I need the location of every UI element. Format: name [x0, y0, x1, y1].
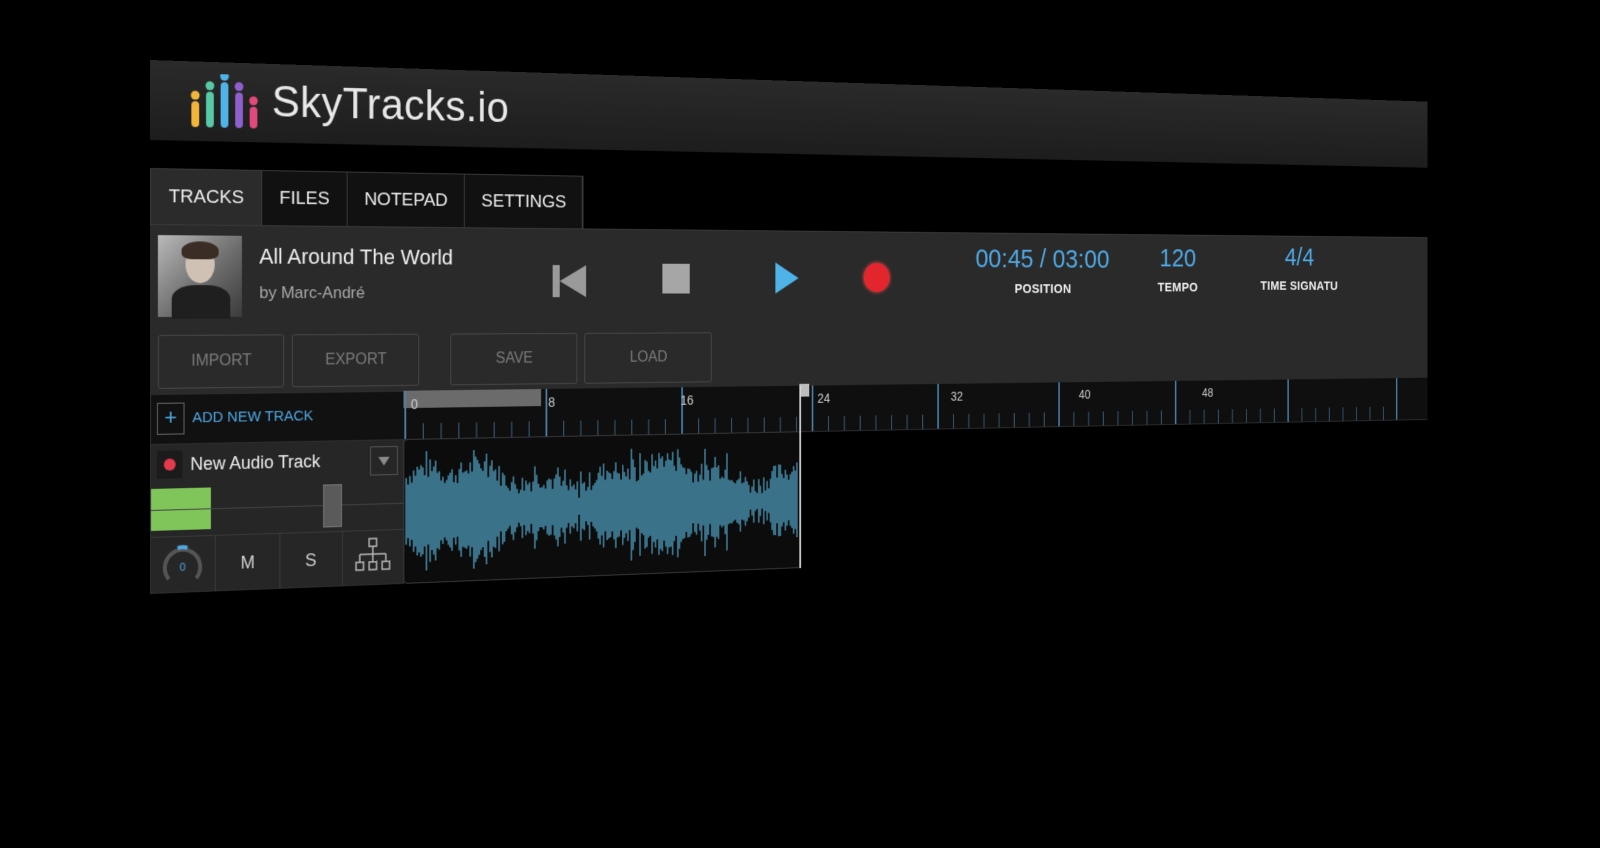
ruler-mark-0: 0: [410, 396, 419, 412]
load-button[interactable]: LOAD: [584, 332, 712, 384]
mute-button[interactable]: M: [216, 533, 280, 592]
time-signature-label: TIME SIGNATU: [1260, 278, 1339, 294]
app-window: SkyTracks.io TRACKS FILES NOTEPAD SETTIN…: [150, 60, 1428, 620]
track-menu-dropdown[interactable]: [370, 445, 398, 476]
export-button[interactable]: EXPORT: [291, 333, 420, 388]
routing-button[interactable]: [343, 530, 404, 586]
add-track-button[interactable]: +: [156, 402, 185, 435]
pan-knob[interactable]: 0: [150, 535, 217, 594]
skip-back-button[interactable]: [552, 265, 588, 298]
volume-fader[interactable]: [323, 484, 342, 528]
track-controls-row: 0 M S: [150, 528, 404, 594]
play-button[interactable]: [775, 262, 799, 294]
waveform: [404, 432, 800, 583]
tab-tracks[interactable]: TRACKS: [150, 169, 263, 227]
brand-name: SkyTracks.io: [271, 77, 510, 132]
position-value: 00:45 / 03:00: [975, 244, 1110, 274]
song-title: All Around The World: [259, 243, 454, 270]
transport-panel: All Around The World by Marc-André 00:45…: [150, 224, 1428, 395]
song-artist: by Marc-André: [259, 283, 365, 302]
ruler-mark-40: 40: [1078, 387, 1091, 402]
pan-knob-icon: 0: [159, 540, 206, 589]
position-display: 00:45 / 03:00 POSITION: [973, 244, 1111, 296]
audio-clip[interactable]: [403, 431, 802, 584]
routing-icon: [354, 536, 391, 580]
tempo-value: 120: [1159, 243, 1197, 273]
stop-button[interactable]: [662, 263, 690, 294]
ruler-mark-24: 24: [817, 390, 831, 406]
logo-icon: [190, 73, 258, 129]
solo-button[interactable]: S: [279, 531, 343, 589]
ruler-mark-8: 8: [548, 394, 556, 410]
ruler-mark-16: 16: [680, 392, 694, 408]
add-track-bar: + ADD NEW TRACK: [150, 390, 405, 446]
track-record-arm-button[interactable]: [156, 450, 183, 479]
audio-track-controls: New Audio Track 0 M S: [150, 439, 405, 594]
skip-back-icon: [552, 265, 560, 298]
tab-bar: TRACKS FILES NOTEPAD SETTINGS: [150, 168, 584, 231]
tab-files[interactable]: FILES: [262, 170, 348, 228]
import-button[interactable]: IMPORT: [157, 334, 285, 389]
save-button[interactable]: SAVE: [450, 332, 578, 386]
record-button[interactable]: [863, 262, 890, 292]
position-label: POSITION: [1014, 281, 1072, 297]
album-cover: [157, 235, 242, 319]
time-signature-display[interactable]: 4/4 TIME SIGNATU: [1246, 243, 1352, 293]
track-name[interactable]: New Audio Track: [190, 451, 320, 475]
pan-value: 0: [180, 562, 186, 574]
tempo-display[interactable]: 120 TEMPO: [1148, 244, 1207, 295]
ruler-mark-32: 32: [950, 388, 963, 404]
tab-settings[interactable]: SETTINGS: [465, 174, 583, 230]
time-signature-value: 4/4: [1284, 243, 1315, 272]
app-header: SkyTracks.io: [150, 60, 1428, 168]
add-track-label[interactable]: ADD NEW TRACK: [192, 408, 313, 427]
tab-notepad[interactable]: NOTEPAD: [347, 172, 466, 229]
tempo-label: TEMPO: [1157, 280, 1198, 295]
playhead-line: [799, 385, 802, 569]
ruler-mark-48: 48: [1201, 385, 1214, 400]
